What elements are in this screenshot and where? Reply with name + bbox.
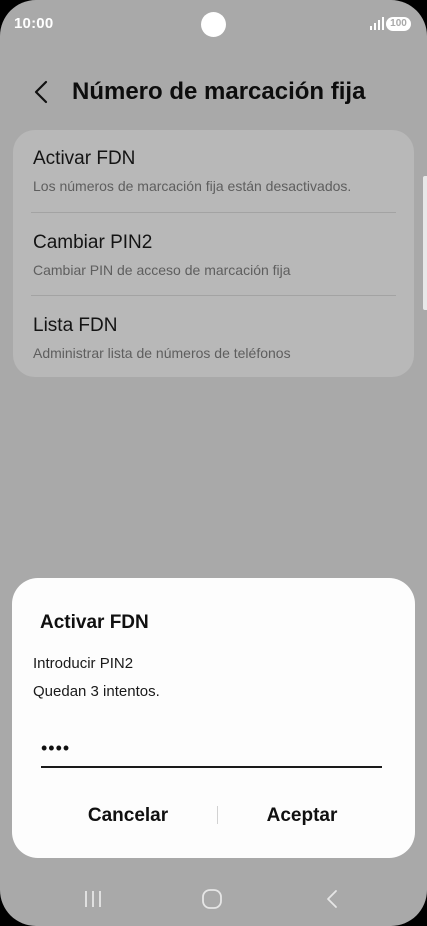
accept-button[interactable]: Aceptar <box>212 796 392 836</box>
activate-fdn-dialog: Activar FDN Introducir PIN2 Quedan 3 int… <box>12 578 415 858</box>
setting-item-change-pin2[interactable]: Cambiar PIN2 Cambiar PIN de acceso de ma… <box>33 214 395 294</box>
scroll-indicator <box>423 176 427 310</box>
signal-icon <box>370 17 384 30</box>
recents-button[interactable] <box>73 884 113 914</box>
dialog-title: Activar FDN <box>40 612 149 633</box>
app-header: Número de marcación fija <box>0 70 427 116</box>
setting-subtitle: Cambiar PIN de acceso de marcación fija <box>33 262 291 278</box>
recents-icon <box>85 891 101 907</box>
chevron-left-icon[interactable] <box>30 78 54 106</box>
divider <box>31 295 396 296</box>
setting-title: Lista FDN <box>33 315 118 336</box>
divider <box>31 212 396 213</box>
settings-card: Activar FDN Los números de marcación fij… <box>13 130 414 377</box>
pin2-input[interactable] <box>41 730 382 768</box>
back-icon <box>327 890 337 908</box>
phone-screen: 10:00 100 Número de marcación fija Activ… <box>0 0 427 926</box>
setting-item-activate-fdn[interactable]: Activar FDN Los números de marcación fij… <box>33 130 395 210</box>
cancel-button[interactable]: Cancelar <box>38 796 218 836</box>
nav-back-button[interactable] <box>312 884 352 914</box>
status-time: 10:00 <box>14 15 54 32</box>
setting-subtitle: Los números de marcación fija están desa… <box>33 178 352 194</box>
dialog-message-attempts: Quedan 3 intentos. <box>33 683 160 700</box>
home-button[interactable] <box>192 884 232 914</box>
battery-icon: 100 <box>386 17 411 31</box>
dialog-message-pin: Introducir PIN2 <box>33 655 134 672</box>
setting-title: Activar FDN <box>33 148 136 169</box>
page-title: Número de marcación fija <box>72 78 366 105</box>
home-icon <box>202 889 222 909</box>
setting-item-fdn-list[interactable]: Lista FDN Administrar lista de números d… <box>33 297 395 377</box>
setting-subtitle: Administrar lista de números de teléfono… <box>33 345 291 361</box>
status-bar: 10:00 100 <box>0 0 427 50</box>
setting-title: Cambiar PIN2 <box>33 232 153 253</box>
navigation-bar <box>0 874 427 926</box>
front-camera <box>201 12 226 37</box>
